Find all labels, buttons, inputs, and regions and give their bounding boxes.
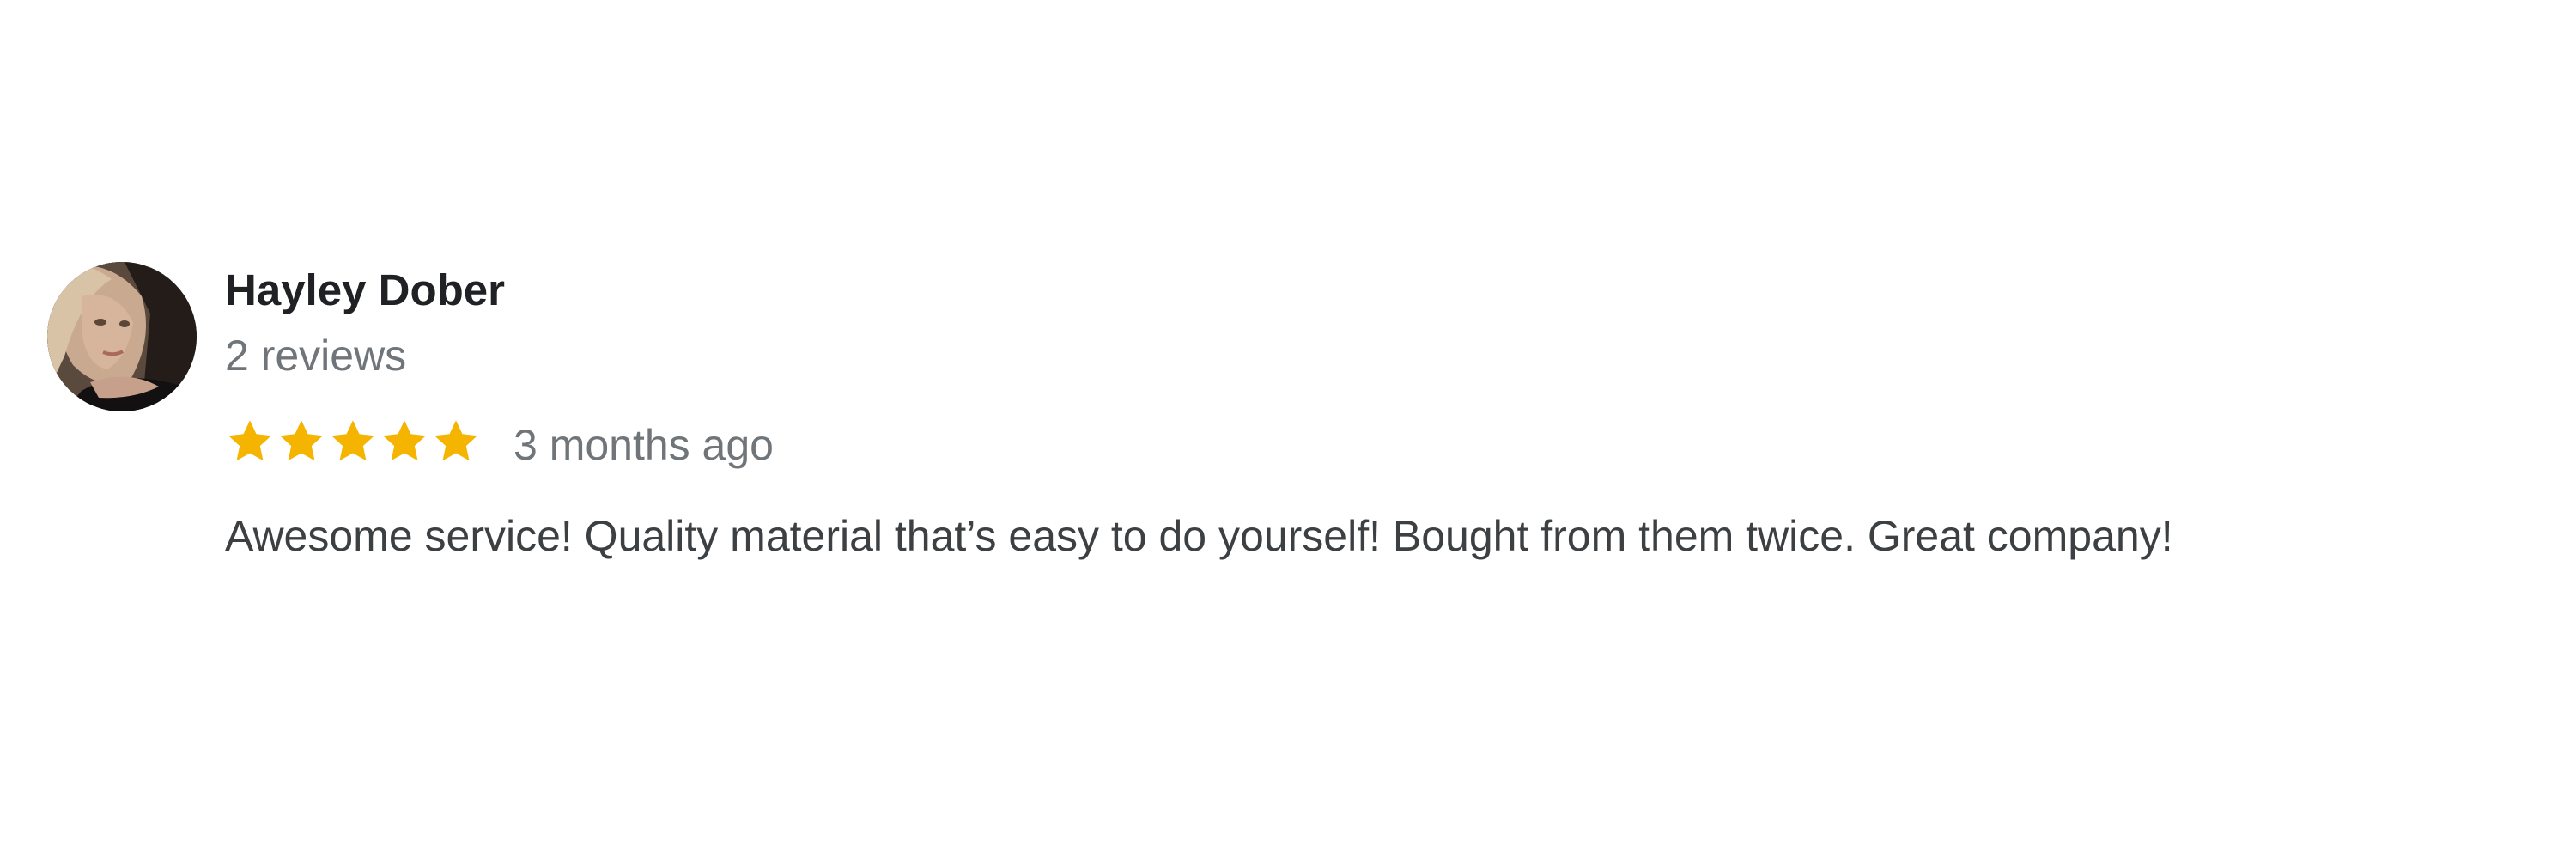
review-card: Hayley Dober 2 reviews 3 months ago Awes… xyxy=(0,0,2576,859)
reviewer-review-count[interactable]: 2 reviews xyxy=(225,328,406,383)
star-icon xyxy=(228,420,271,461)
avatar[interactable] xyxy=(47,262,197,411)
star-rating xyxy=(225,414,483,469)
review-text: Awesome service! Quality material that’s… xyxy=(225,512,2173,560)
review-time: 3 months ago xyxy=(513,421,774,469)
star-icon xyxy=(383,420,426,461)
star-icon xyxy=(434,420,477,461)
avatar-photo xyxy=(47,262,197,411)
star-icon xyxy=(331,420,374,461)
star-icon xyxy=(280,420,323,461)
reviewer-name[interactable]: Hayley Dober xyxy=(225,263,505,318)
